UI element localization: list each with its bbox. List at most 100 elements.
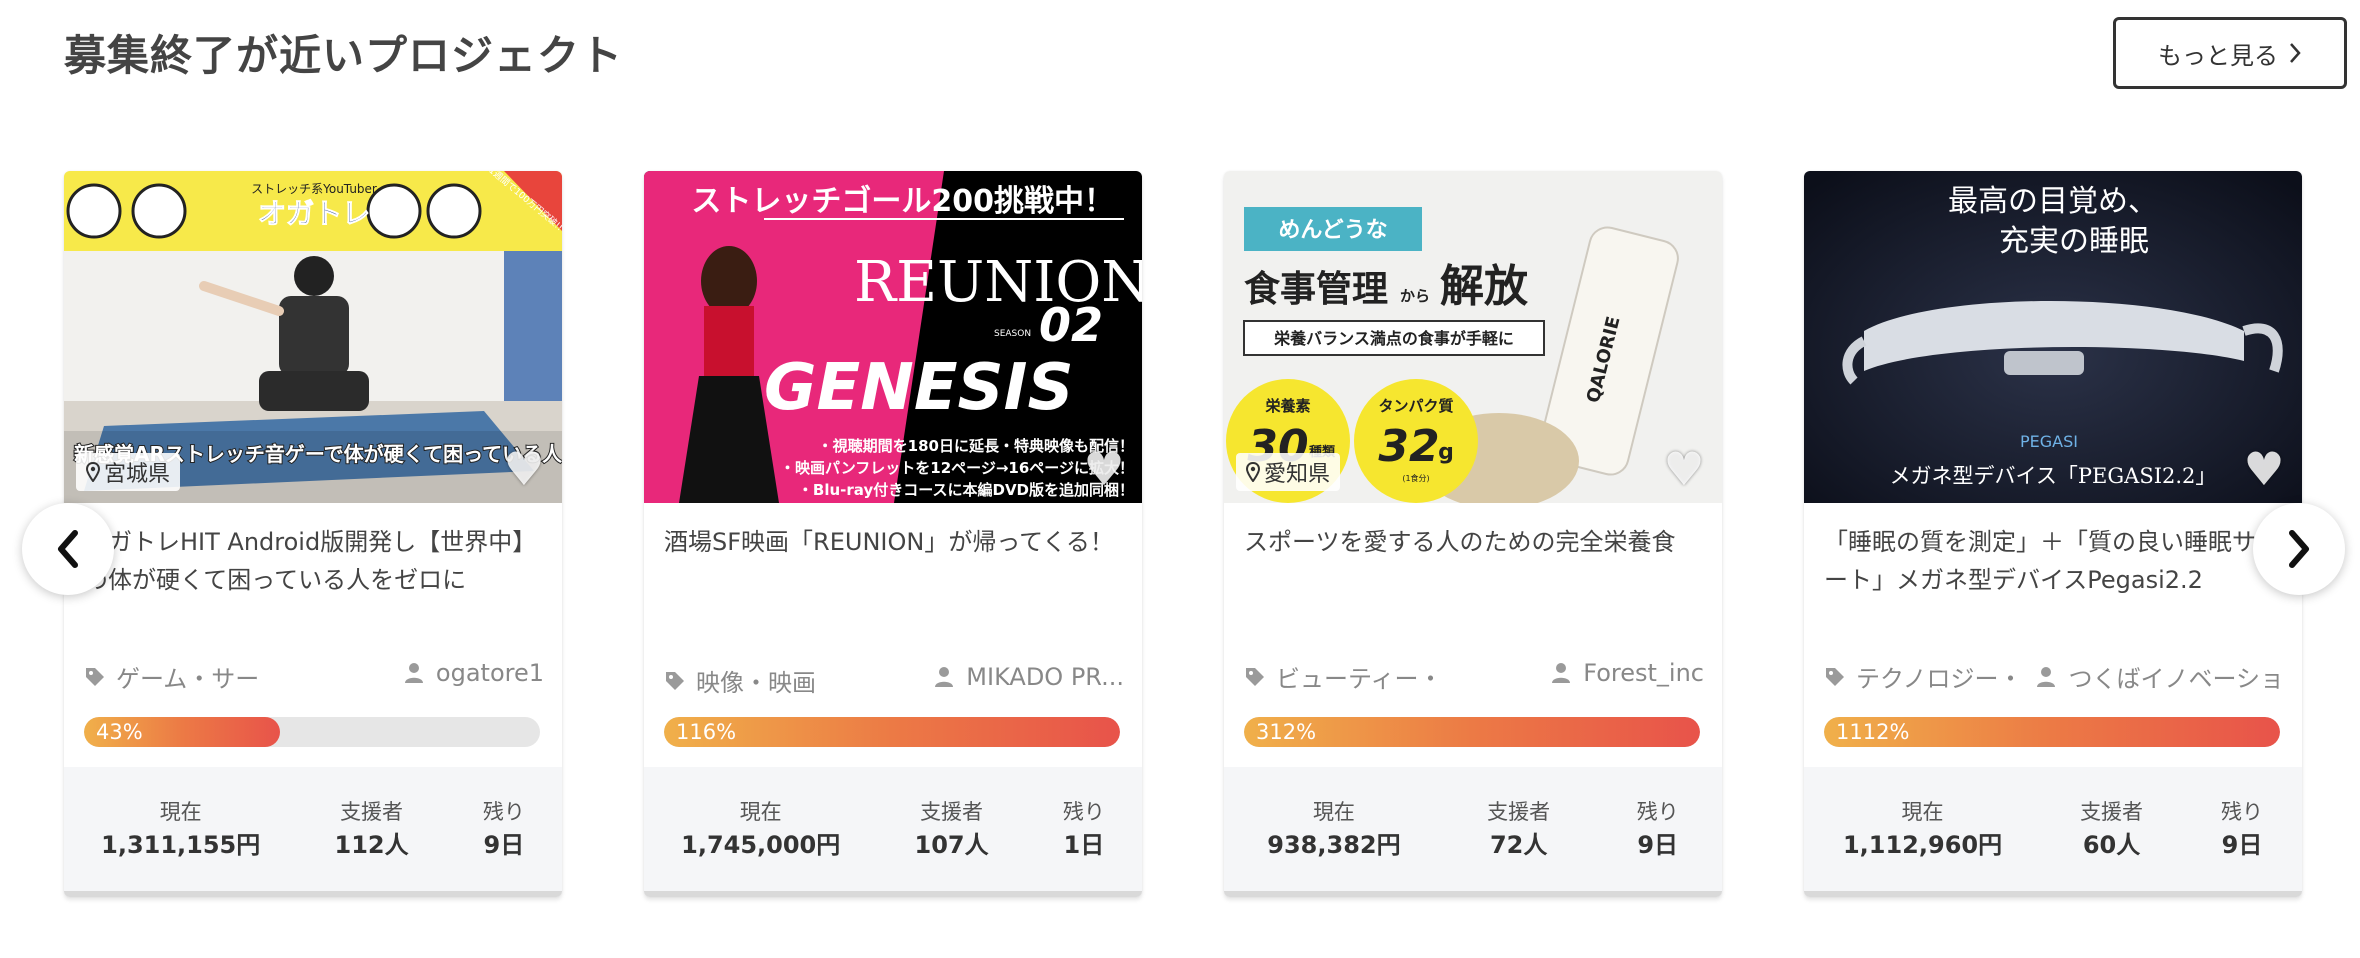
category-label: テクノロジー・ <box>1856 665 2023 693</box>
stat-backers-label: 支援者 <box>340 800 404 824</box>
category[interactable]: ビューティー・ <box>1244 659 1443 694</box>
image-c2-unit: g <box>1438 440 1454 465</box>
stat-backers: 支援者 60人 <box>2080 796 2143 862</box>
project-meta: 映像・映画 MIKADO PR... <box>664 663 1124 699</box>
image-name-text: オガトレ <box>258 197 370 230</box>
project-meta: ビューティー・ Forest_inc <box>1244 659 1704 695</box>
image-c2-label: タンパク質 <box>1378 397 1453 415</box>
category[interactable]: 映像・映画 <box>664 663 816 698</box>
chevron-left-icon <box>58 530 78 568</box>
carousel-prev-button[interactable] <box>22 503 114 595</box>
stat-backers-label: 支援者 <box>1487 800 1551 824</box>
image-sub-text: GENESIS <box>764 351 1074 425</box>
project-card[interactable]: ストレッチゴール200挑戦中！ REUNION SEASON 02 GENESI… <box>644 171 1142 897</box>
funding-progress-bar: 116% <box>664 717 1120 747</box>
see-more-button[interactable]: もっと見る <box>2113 17 2347 89</box>
project-card[interactable]: ストレッチ系YouTuber オガトレ 1週間で100万円突破!! 新感覚ARス… <box>64 171 562 897</box>
favorite-heart-icon[interactable]: ♥ <box>1660 446 1708 492</box>
project-title[interactable]: 「睡眠の質を測定」＋「質の良い睡眠サポート」メガネ型デバイスPegasi2.2 <box>1824 523 2284 599</box>
stat-current-value: 1,745,000円 <box>681 831 841 859</box>
stat-backers-value: 72人 <box>1489 831 1548 859</box>
project-meta: テクノロジー・ つくばイノベーショ <box>1824 659 2284 695</box>
stat-current-label: 現在 <box>1901 800 1944 824</box>
stat-backers-value: 60人 <box>2082 831 2141 859</box>
funding-progress-bar: 312% <box>1244 717 1700 747</box>
stat-remaining: 残り 9日 <box>1637 796 1679 862</box>
owner[interactable]: つくばイノベーショ <box>2036 659 2284 694</box>
funding-progress-bar: 1112% <box>1824 717 2280 747</box>
stat-backers-value: 107人 <box>914 831 989 859</box>
favorite-heart-icon[interactable]: ♥ <box>2240 446 2288 492</box>
project-title[interactable]: スポーツを愛する人のための完全栄養食 <box>1244 523 1704 561</box>
stat-remaining: 残り 9日 <box>2221 796 2263 862</box>
funding-percent: 312% <box>1256 720 1317 744</box>
owner-name: Forest_inc <box>1583 659 1704 687</box>
stat-remaining-value: 9日 <box>1637 831 1679 859</box>
project-image-art: ストレッチゴール200挑戦中！ REUNION SEASON 02 GENESI… <box>644 171 1142 503</box>
funding-percent: 116% <box>676 720 737 744</box>
image-c2-note: (1食分) <box>1402 473 1429 483</box>
owner[interactable]: Forest_inc <box>1551 659 1704 687</box>
location-label: 宮城県 <box>104 462 171 487</box>
favorite-heart-icon[interactable]: ♥ <box>1080 446 1128 492</box>
image-headline1-text: 食事管理 <box>1244 269 1388 310</box>
carousel-next-button[interactable] <box>2253 503 2345 595</box>
user-icon <box>404 663 423 683</box>
stat-current-label: 現在 <box>1312 800 1355 824</box>
project-image-art: 最高の目覚め、 充実の睡眠 PEGASI メガネ型デバイス「PEGASI2.2」 <box>1804 171 2302 503</box>
stat-remaining-label: 残り <box>1636 800 1679 824</box>
funding-progress-bar: 43% <box>84 717 540 747</box>
stat-current-value: 1,311,155円 <box>101 831 261 859</box>
stat-backers: 支援者 112人 <box>335 796 409 862</box>
project-image[interactable]: めんどうな 食事管理 から 解放 栄養バランス満点の食事が手軽に QALORIE… <box>1224 171 1722 503</box>
project-stats: 現在 1,311,155円 支援者 112人 残り 9日 <box>64 767 562 897</box>
image-headline1-text: 最高の目覚め、 <box>1948 184 2158 219</box>
image-season-text: SEASON <box>994 329 1031 339</box>
project-title[interactable]: 酒場SF映画「REUNION」が帰ってくる！ <box>664 523 1124 561</box>
image-headline2-text: 充実の睡眠 <box>1999 224 2149 259</box>
project-card[interactable]: 最高の目覚め、 充実の睡眠 PEGASI メガネ型デバイス「PEGASI2.2」… <box>1804 171 2302 897</box>
owner[interactable]: ogatore1 <box>404 659 544 687</box>
user-icon <box>2037 666 2056 687</box>
category[interactable]: テクノロジー・ <box>1824 659 2023 694</box>
owner-name: ogatore1 <box>435 659 544 687</box>
image-caption-text: メガネ型デバイス「PEGASI2.2」 <box>1890 464 2217 488</box>
image-headline2-text: 解放 <box>1440 261 1528 312</box>
chevron-right-icon <box>2289 530 2309 568</box>
stat-current: 現在 1,311,155円 <box>101 796 260 862</box>
project-title[interactable]: オガトレHIT Android版開発し【世界中】の体が硬くて困っている人をゼロに <box>84 523 544 599</box>
category-label: 映像・映画 <box>696 669 816 697</box>
tag-icon <box>86 667 104 686</box>
project-image[interactable]: 最高の目覚め、 充実の睡眠 PEGASI メガネ型デバイス「PEGASI2.2」… <box>1804 171 2302 503</box>
chevron-right-icon <box>2290 43 2301 63</box>
stat-remaining-label: 残り <box>2221 800 2264 824</box>
stat-current-value: 938,382円 <box>1267 831 1401 859</box>
stat-remaining: 残り 1日 <box>1063 796 1105 862</box>
tag-icon <box>1246 667 1264 686</box>
owner[interactable]: MIKADO PR... <box>934 663 1124 691</box>
stat-remaining: 残り 9日 <box>483 796 525 862</box>
stat-backers: 支援者 72人 <box>1487 796 1550 862</box>
tag-icon <box>1826 667 1844 686</box>
image-num-text: 02 <box>1039 298 1103 352</box>
project-image[interactable]: ストレッチ系YouTuber オガトレ 1週間で100万円突破!! 新感覚ARス… <box>64 171 562 503</box>
image-tag-text: めんどうな <box>1278 218 1387 243</box>
stat-current: 現在 938,382円 <box>1267 796 1400 862</box>
user-icon <box>935 667 954 687</box>
favorite-heart-icon[interactable]: ♥ <box>500 446 548 492</box>
category[interactable]: ゲーム・サー <box>84 659 259 694</box>
category-label: ゲーム・サー <box>116 665 260 693</box>
funding-percent: 1112% <box>1836 720 1910 744</box>
stat-current-label: 現在 <box>739 800 782 824</box>
project-card[interactable]: めんどうな 食事管理 から 解放 栄養バランス満点の食事が手軽に QALORIE… <box>1224 171 1722 897</box>
tag-icon <box>666 671 684 690</box>
image-headline-text: ストレッチゴール200挑戦中！ <box>691 184 1114 219</box>
project-image[interactable]: ストレッチゴール200挑戦中！ REUNION SEASON 02 GENESI… <box>644 171 1142 503</box>
image-c1-label: 栄養素 <box>1264 397 1310 415</box>
stat-current-value: 1,112,960円 <box>1842 831 2003 859</box>
project-meta: ゲーム・サー ogatore1 <box>84 659 544 695</box>
project-stats: 現在 938,382円 支援者 72人 残り 9日 <box>1224 767 1722 897</box>
project-stats: 現在 1,745,000円 支援者 107人 残り 1日 <box>644 767 1142 897</box>
image-from-text: から <box>1400 287 1430 305</box>
image-brand-text: PEGASI <box>2020 432 2078 451</box>
